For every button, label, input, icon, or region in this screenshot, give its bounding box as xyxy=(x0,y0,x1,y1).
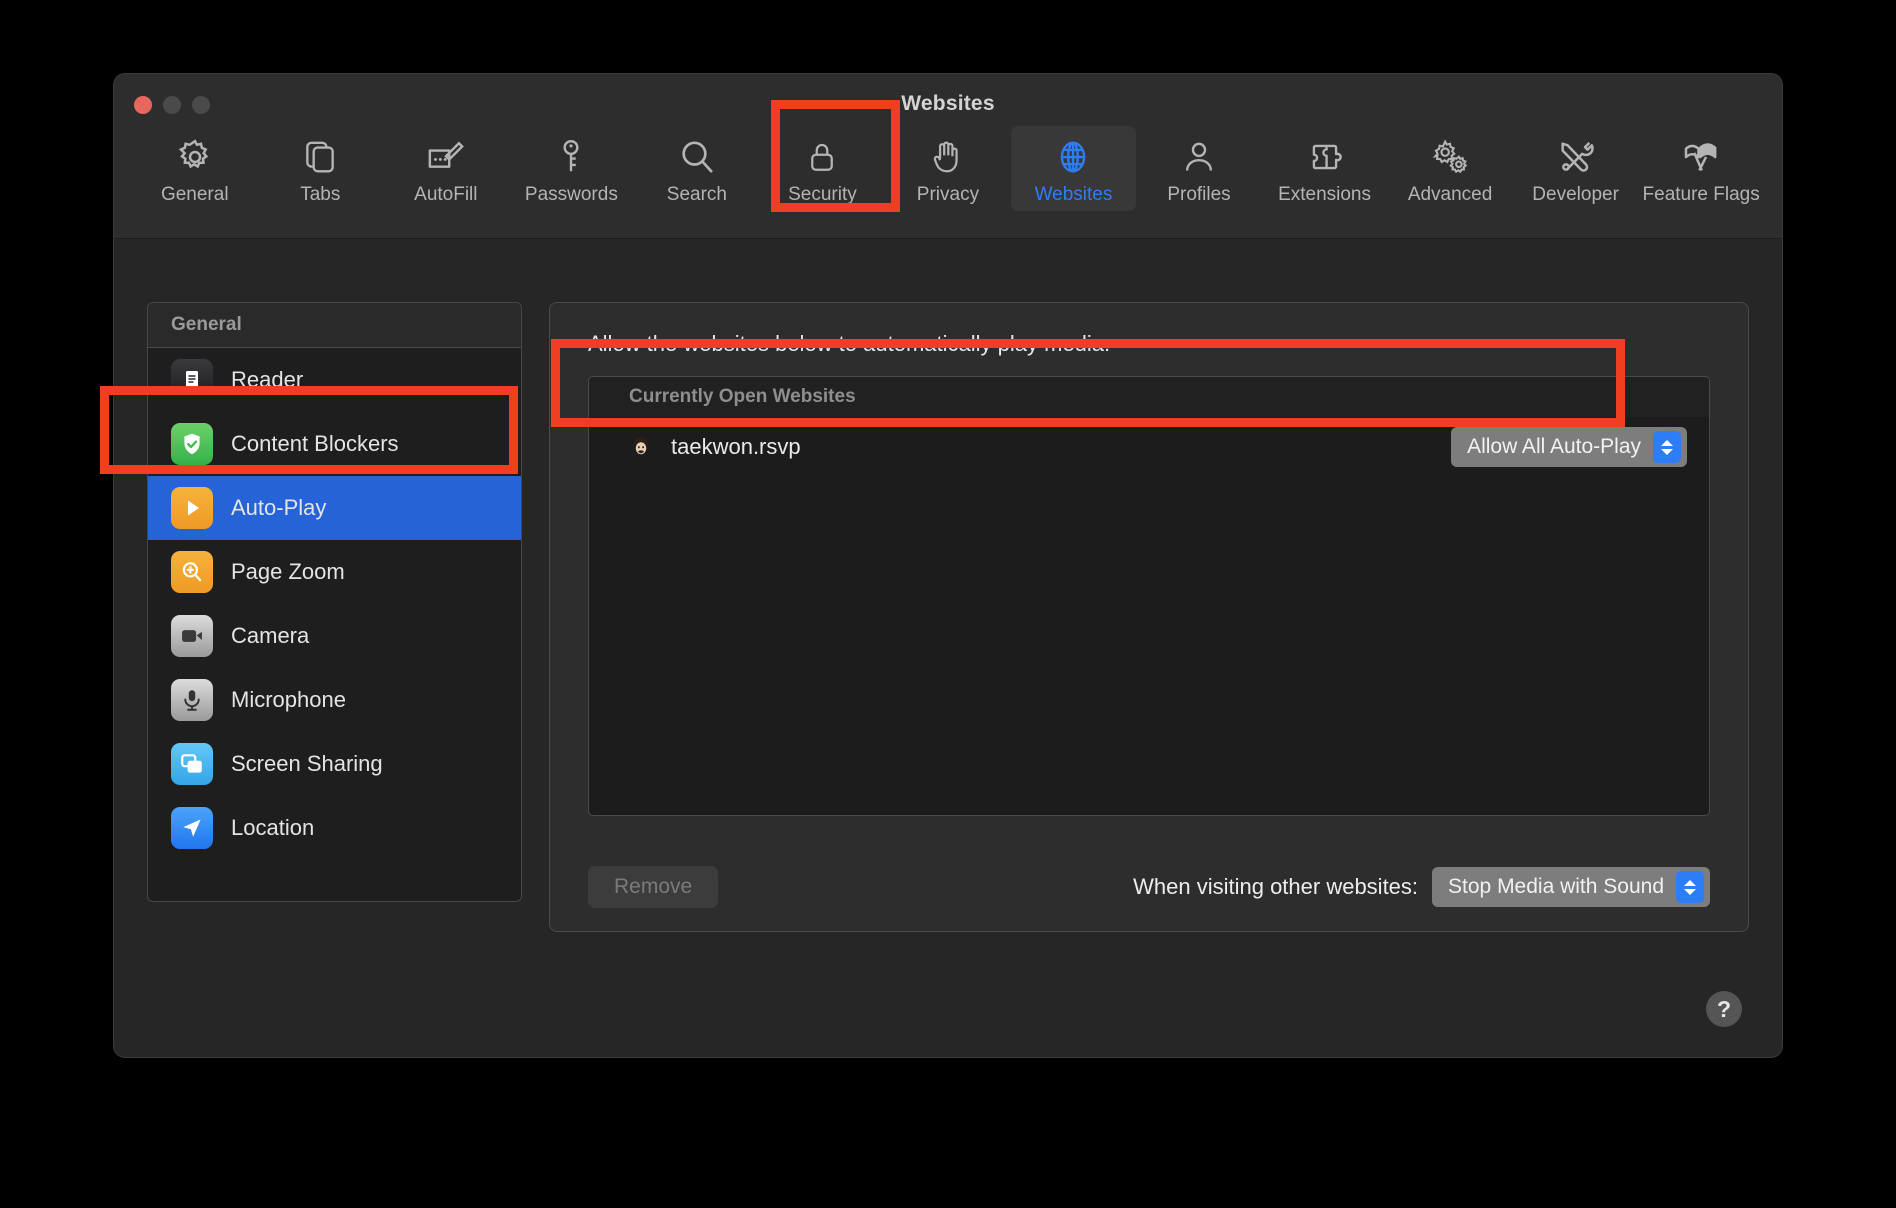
toolbar-label: Extensions xyxy=(1278,184,1372,205)
toolbar-item-passwords[interactable]: Passwords xyxy=(509,126,635,206)
auto-play-settings-panel: Allow the websites below to automaticall… xyxy=(549,302,1749,932)
toolbar-label: Websites xyxy=(1034,184,1113,205)
sidebar-item-label: Microphone xyxy=(231,687,346,712)
screen-sharing-icon xyxy=(171,743,213,785)
lock-icon xyxy=(804,132,840,182)
toolbar-item-websites[interactable]: Websites xyxy=(1010,126,1137,211)
sidebar-item-label: Camera xyxy=(231,623,310,648)
websites-sidebar: General Reader Content Blockers Auto-Pla… xyxy=(147,302,522,902)
sidebar-item-screen-sharing[interactable]: Screen Sharing xyxy=(148,732,521,796)
window-titlebar: Websites General Tabs AutoFill Passwords… xyxy=(114,74,1782,239)
microphone-icon xyxy=(171,679,213,721)
toolbar-item-advanced[interactable]: Advanced xyxy=(1387,126,1513,206)
toolbar-label: Search xyxy=(666,184,727,205)
sidebar-item-microphone[interactable]: Microphone xyxy=(148,668,521,732)
sidebar-item-label: Auto-Play xyxy=(231,495,327,520)
other-websites-label: When visiting other websites: xyxy=(1133,874,1419,899)
panel-heading: Allow the websites below to automaticall… xyxy=(588,331,1111,356)
gear-icon xyxy=(175,132,215,182)
sidebar-section-header: General xyxy=(148,303,521,348)
flags-icon xyxy=(1679,132,1723,182)
dropdown-value: Allow All Auto-Play xyxy=(1467,435,1641,458)
preferences-window: Websites General Tabs AutoFill Passwords… xyxy=(113,73,1783,1058)
sidebar-item-page-zoom[interactable]: Page Zoom xyxy=(148,540,521,604)
hand-icon xyxy=(929,132,967,182)
sidebar-item-location[interactable]: Location xyxy=(148,796,521,860)
toolbar-label: Developer xyxy=(1532,184,1619,205)
person-icon xyxy=(1180,132,1218,182)
tabs-icon xyxy=(301,132,339,182)
toolbar-label: Feature Flags xyxy=(1642,184,1760,205)
preferences-toolbar: General Tabs AutoFill Passwords Search S… xyxy=(114,126,1782,234)
panel-footer: Remove When visiting other websites: Sto… xyxy=(588,865,1710,909)
location-arrow-icon xyxy=(171,807,213,849)
toolbar-item-tabs[interactable]: Tabs xyxy=(258,126,384,206)
window-title: Websites xyxy=(901,92,995,115)
help-button[interactable]: ? xyxy=(1706,991,1742,1027)
toolbar-item-developer[interactable]: Developer xyxy=(1513,126,1639,206)
toolbar-label: Security xyxy=(788,184,857,205)
dropdown-value: Stop Media with Sound xyxy=(1448,875,1664,898)
gears-icon xyxy=(1429,132,1471,182)
preferences-content: General Reader Content Blockers Auto-Pla… xyxy=(114,239,1782,1057)
sidebar-item-content-blockers[interactable]: Content Blockers xyxy=(148,412,521,476)
reader-icon xyxy=(171,359,213,401)
sidebar-item-label: Screen Sharing xyxy=(231,751,383,776)
table-row[interactable]: taekwon.rsvp Allow All Auto-Play xyxy=(589,417,1709,477)
globe-icon xyxy=(1054,132,1092,182)
list-group-header: Currently Open Websites xyxy=(589,377,1709,417)
sidebar-item-reader[interactable]: Reader xyxy=(148,348,521,412)
chevron-updown-icon[interactable] xyxy=(1653,431,1681,463)
key-icon xyxy=(552,132,590,182)
camera-icon xyxy=(171,615,213,657)
sidebar-item-camera[interactable]: Camera xyxy=(148,604,521,668)
toolbar-item-privacy[interactable]: Privacy xyxy=(885,126,1011,206)
toolbar-label: Profiles xyxy=(1167,184,1231,205)
toolbar-label: AutoFill xyxy=(414,184,478,205)
sidebar-item-label: Page Zoom xyxy=(231,559,345,584)
shield-check-icon xyxy=(171,423,213,465)
sidebar-item-auto-play[interactable]: Auto-Play xyxy=(148,476,521,540)
toolbar-label: Tabs xyxy=(300,184,341,205)
play-icon xyxy=(171,487,213,529)
toolbar-item-feature-flags[interactable]: Feature Flags xyxy=(1638,126,1764,206)
avatar-favicon xyxy=(627,433,655,461)
tools-icon xyxy=(1556,132,1596,182)
magnifier-plus-icon xyxy=(171,551,213,593)
toolbar-item-autofill[interactable]: AutoFill xyxy=(383,126,509,206)
autofill-icon xyxy=(425,132,467,182)
toolbar-item-security[interactable]: Security xyxy=(760,126,886,206)
chevron-updown-icon[interactable] xyxy=(1676,871,1704,903)
toolbar-item-profiles[interactable]: Profiles xyxy=(1136,126,1262,206)
toolbar-label: Privacy xyxy=(916,184,980,205)
sidebar-item-label: Content Blockers xyxy=(231,431,399,456)
toolbar-label: General xyxy=(160,184,229,205)
websites-list[interactable]: Currently Open Websites taekwon.rsvp All… xyxy=(588,376,1710,816)
puzzle-icon xyxy=(1306,132,1344,182)
auto-play-setting-dropdown[interactable]: Allow All Auto-Play xyxy=(1451,427,1687,467)
toolbar-item-extensions[interactable]: Extensions xyxy=(1262,126,1388,206)
other-websites-dropdown[interactable]: Stop Media with Sound xyxy=(1432,867,1710,907)
site-name: taekwon.rsvp xyxy=(671,434,801,459)
toolbar-label: Passwords xyxy=(524,184,618,205)
toolbar-label: Advanced xyxy=(1407,184,1493,205)
toolbar-item-general[interactable]: General xyxy=(132,126,258,206)
remove-button[interactable]: Remove xyxy=(588,866,719,908)
sidebar-item-label: Reader xyxy=(231,367,304,392)
toolbar-item-search[interactable]: Search xyxy=(634,126,760,206)
search-icon xyxy=(677,132,717,182)
sidebar-item-label: Location xyxy=(231,815,315,840)
